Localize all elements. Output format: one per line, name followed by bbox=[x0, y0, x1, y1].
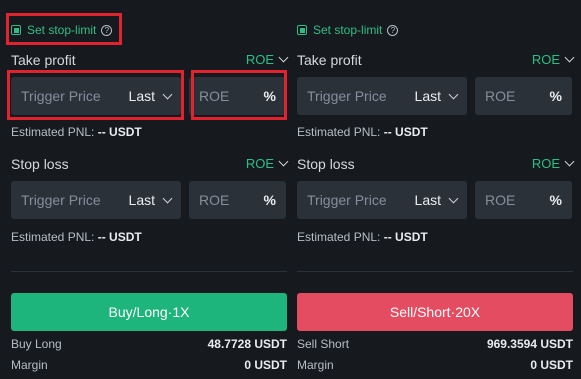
stop-limit-toggle[interactable]: Set stop-limit ? bbox=[11, 20, 113, 40]
summary-row-cost: Sell Short 969.3594 USDT bbox=[297, 337, 573, 351]
trigger-price-placeholder: Trigger Price bbox=[307, 88, 387, 104]
summary-label: Buy Long bbox=[11, 337, 62, 351]
stop-loss-title: Stop loss bbox=[11, 156, 69, 172]
question-circle-icon[interactable]: ? bbox=[387, 24, 399, 36]
take-profit-estimated-pnl: Estimated PNL: -- USDT bbox=[11, 125, 142, 139]
chevron-down-icon bbox=[278, 156, 289, 167]
summary-label: Sell Short bbox=[297, 337, 350, 351]
stop-limit-label: Set stop-limit bbox=[313, 23, 383, 37]
summary-row-margin: Margin 0 USDT bbox=[297, 358, 573, 372]
roe-placeholder: ROE bbox=[485, 192, 516, 208]
stop-loss-estimated-pnl: Estimated PNL: -- USDT bbox=[11, 230, 142, 244]
price-type-label: Last bbox=[128, 192, 155, 208]
checkbox-checked-icon[interactable] bbox=[11, 25, 21, 35]
summary-label: Margin bbox=[297, 358, 334, 372]
stop-loss-trigger-input[interactable]: Trigger Price Last bbox=[11, 181, 181, 219]
percent-unit: % bbox=[549, 192, 562, 208]
price-type-label: Last bbox=[414, 192, 441, 208]
take-profit-mode-label: ROE bbox=[245, 52, 274, 67]
take-profit-roe-input[interactable]: ROE % bbox=[189, 77, 286, 115]
chevron-down-icon bbox=[162, 89, 173, 99]
chevron-down-icon bbox=[448, 89, 459, 99]
pnl-label: Estimated PNL: bbox=[297, 230, 381, 244]
take-profit-mode-label: ROE bbox=[531, 52, 560, 67]
summary-value: 969.3594 USDT bbox=[486, 337, 573, 351]
trigger-price-placeholder: Trigger Price bbox=[21, 192, 101, 208]
stop-limit-toggle[interactable]: Set stop-limit ? bbox=[297, 20, 399, 40]
price-type-label: Last bbox=[414, 88, 441, 104]
price-type-label: Last bbox=[128, 88, 155, 104]
divider bbox=[11, 271, 287, 272]
take-profit-mode-select[interactable]: ROE bbox=[245, 52, 289, 67]
price-type-select[interactable]: Last bbox=[128, 88, 173, 104]
summary-label: Margin bbox=[11, 358, 48, 372]
stop-loss-mode-label: ROE bbox=[531, 156, 560, 171]
order-panel-short: Set stop-limit ? Take profit ROE Trigger… bbox=[297, 0, 575, 379]
take-profit-mode-select[interactable]: ROE bbox=[531, 52, 575, 67]
pnl-label: Estimated PNL: bbox=[297, 125, 381, 139]
divider bbox=[297, 271, 573, 272]
stop-loss-roe-input[interactable]: ROE % bbox=[189, 181, 286, 219]
stop-loss-mode-label: ROE bbox=[245, 156, 274, 171]
stop-loss-trigger-input[interactable]: Trigger Price Last bbox=[297, 181, 467, 219]
pnl-label: Estimated PNL: bbox=[11, 230, 95, 244]
roe-placeholder: ROE bbox=[199, 88, 230, 104]
pnl-value: -- USDT bbox=[97, 230, 142, 244]
pnl-value: -- USDT bbox=[383, 125, 428, 139]
take-profit-estimated-pnl: Estimated PNL: -- USDT bbox=[297, 125, 428, 139]
pnl-value: -- USDT bbox=[97, 125, 142, 139]
summary-value: 0 USDT bbox=[244, 358, 287, 372]
take-profit-trigger-input[interactable]: Trigger Price Last bbox=[11, 77, 181, 115]
chevron-down-icon bbox=[278, 52, 289, 63]
summary-value: 48.7728 USDT bbox=[207, 337, 287, 351]
take-profit-title: Take profit bbox=[297, 52, 362, 68]
summary-row-margin: Margin 0 USDT bbox=[11, 358, 287, 372]
stop-loss-estimated-pnl: Estimated PNL: -- USDT bbox=[297, 230, 428, 244]
chevron-down-icon bbox=[448, 193, 459, 203]
question-circle-icon[interactable]: ? bbox=[101, 24, 113, 36]
chevron-down-icon bbox=[162, 193, 173, 203]
chevron-down-icon bbox=[564, 52, 575, 63]
buy-long-button[interactable]: Buy/Long·1X bbox=[11, 293, 287, 331]
roe-placeholder: ROE bbox=[485, 88, 516, 104]
summary-value: 0 USDT bbox=[530, 358, 573, 372]
pnl-value: -- USDT bbox=[383, 230, 428, 244]
roe-placeholder: ROE bbox=[199, 192, 230, 208]
trigger-price-placeholder: Trigger Price bbox=[307, 192, 387, 208]
stop-loss-roe-input[interactable]: ROE % bbox=[475, 181, 572, 219]
price-type-select[interactable]: Last bbox=[414, 88, 459, 104]
chevron-down-icon bbox=[564, 156, 575, 167]
take-profit-trigger-input[interactable]: Trigger Price Last bbox=[297, 77, 467, 115]
percent-unit: % bbox=[263, 192, 276, 208]
percent-unit: % bbox=[549, 88, 562, 104]
checkbox-checked-icon[interactable] bbox=[297, 25, 307, 35]
stop-limit-label: Set stop-limit bbox=[27, 23, 97, 37]
stop-loss-mode-select[interactable]: ROE bbox=[245, 156, 289, 171]
take-profit-roe-input[interactable]: ROE % bbox=[475, 77, 572, 115]
price-type-select[interactable]: Last bbox=[128, 192, 173, 208]
price-type-select[interactable]: Last bbox=[414, 192, 459, 208]
percent-unit: % bbox=[263, 88, 276, 104]
stop-loss-title: Stop loss bbox=[297, 156, 355, 172]
pnl-label: Estimated PNL: bbox=[11, 125, 95, 139]
stop-loss-mode-select[interactable]: ROE bbox=[531, 156, 575, 171]
sell-short-button[interactable]: Sell/Short·20X bbox=[297, 293, 573, 331]
order-panel-long: Set stop-limit ? Take profit ROE Trigger… bbox=[11, 0, 289, 379]
trigger-price-placeholder: Trigger Price bbox=[21, 88, 101, 104]
summary-row-cost: Buy Long 48.7728 USDT bbox=[11, 337, 287, 351]
take-profit-title: Take profit bbox=[11, 52, 76, 68]
